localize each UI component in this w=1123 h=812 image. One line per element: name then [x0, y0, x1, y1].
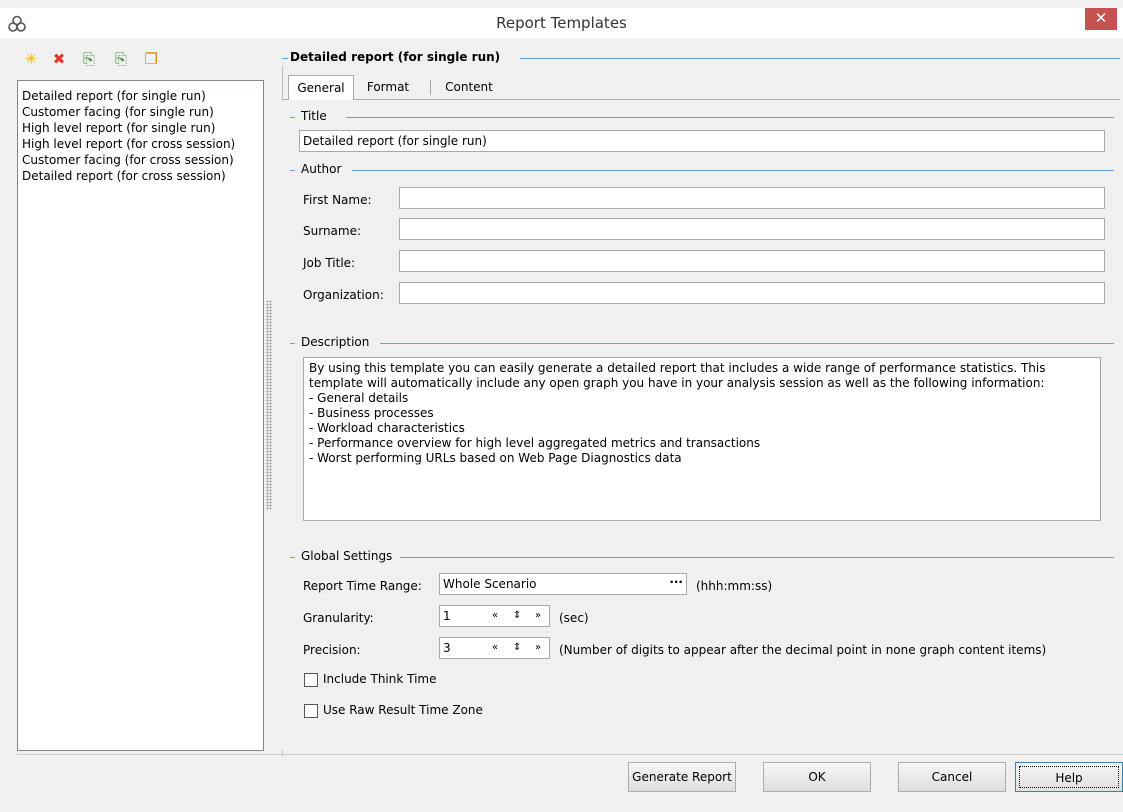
surname-label: Surname: — [303, 224, 362, 238]
granularity-unit: (sec) — [559, 611, 589, 625]
duplicate-template-icon[interactable]: ❐ — [142, 50, 160, 68]
list-item[interactable]: Detailed report (for single run) — [22, 89, 206, 103]
description-group-label: Description — [301, 335, 376, 349]
description-line: - Worst performing URLs based on Web Pag… — [309, 451, 682, 465]
heading-line — [520, 58, 1120, 59]
template-list[interactable]: Detailed report (for single run) Custome… — [17, 80, 264, 751]
precision-label: Precision: — [303, 643, 361, 657]
description-line: By using this template you can easily ge… — [309, 361, 1046, 375]
close-button[interactable]: ✕ — [1085, 8, 1117, 30]
help-button[interactable]: Help — [1015, 762, 1123, 792]
granularity-label: Granularity: — [303, 611, 374, 625]
raw-time-zone-checkbox[interactable] — [304, 704, 318, 718]
title-group-label: Title — [301, 109, 333, 123]
granularity-value[interactable]: 1 — [443, 609, 451, 623]
description-group-line — [380, 343, 1114, 344]
last-icon[interactable]: » — [535, 640, 541, 656]
generate-report-button[interactable]: Generate Report — [628, 762, 736, 792]
list-item[interactable]: Customer facing (for cross session) — [22, 153, 234, 167]
report-templates-window: Report Templates ✕ ✳ ✖ ⎘ ⎘ ❐ Detailed re… — [0, 0, 1123, 812]
help-button-label[interactable]: Help — [1019, 766, 1119, 788]
surname-field[interactable] — [399, 218, 1105, 240]
ellipsis-button[interactable]: ··· — [669, 575, 683, 589]
job-title-label: Job Title: — [303, 256, 356, 270]
footer-divider — [17, 754, 1123, 755]
window-title: Report Templates — [496, 14, 627, 32]
new-template-icon[interactable]: ✳ — [22, 50, 40, 68]
close-icon[interactable]: ✕ — [1095, 9, 1108, 27]
author-group-line-left — [290, 170, 295, 171]
organization-label: Organization: — [303, 288, 384, 302]
description-textarea[interactable]: By using this template you can easily ge… — [303, 357, 1101, 521]
import-template-icon[interactable]: ⎘ — [80, 50, 98, 68]
list-item[interactable]: Detailed report (for cross session) — [22, 169, 226, 183]
time-range-label: Report Time Range: — [303, 579, 422, 593]
precision-unit: (Number of digits to appear after the de… — [559, 643, 1047, 657]
description-line: template will automatically include any … — [309, 376, 1045, 390]
author-group-line — [352, 170, 1114, 171]
title-bar: Report Templates ✕ — [0, 8, 1123, 38]
description-line: - General details — [309, 391, 409, 405]
first-name-field[interactable] — [399, 187, 1105, 209]
up-down-icon[interactable]: ⇕ — [513, 608, 521, 624]
job-title-field[interactable] — [399, 250, 1105, 272]
splitter-handle[interactable] — [266, 300, 272, 510]
author-group-label: Author — [301, 162, 348, 176]
global-group-line — [400, 557, 1114, 558]
cancel-button[interactable]: Cancel — [898, 762, 1006, 792]
precision-value[interactable]: 3 — [443, 641, 451, 655]
up-down-icon[interactable]: ⇕ — [513, 640, 521, 656]
organization-field[interactable] — [399, 282, 1105, 304]
title-input[interactable]: Detailed report (for single run) — [299, 130, 1105, 152]
tab-format[interactable]: Format — [358, 75, 418, 99]
time-range-field[interactable]: Whole Scenario ··· — [439, 573, 687, 595]
list-item[interactable]: High level report (for cross session) — [22, 137, 235, 151]
title-group-line-left — [290, 117, 295, 118]
include-think-time-label[interactable]: Include Think Time — [323, 672, 437, 686]
granularity-stepper[interactable]: 1 « ⇕ » — [439, 605, 550, 627]
heading-line-left — [282, 58, 288, 59]
delete-template-icon[interactable]: ✖ — [50, 50, 68, 68]
export-template-icon[interactable]: ⎘ — [112, 50, 130, 68]
tab-separator — [430, 80, 431, 95]
time-range-value: Whole Scenario — [443, 577, 537, 591]
description-line: - Workload characteristics — [309, 421, 465, 435]
tab-general[interactable]: General — [288, 75, 354, 100]
first-icon[interactable]: « — [492, 640, 498, 656]
title-group-line — [346, 117, 1114, 118]
raw-time-zone-label[interactable]: Use Raw Result Time Zone — [323, 703, 483, 717]
list-item[interactable]: High level report (for single run) — [22, 121, 215, 135]
ok-button[interactable]: OK — [763, 762, 871, 792]
first-name-label: First Name: — [303, 193, 372, 207]
description-group-line-left — [290, 343, 295, 344]
include-think-time-checkbox[interactable] — [304, 673, 318, 687]
precision-stepper[interactable]: 3 « ⇕ » — [439, 637, 550, 659]
time-range-unit: (hhh:mm:ss) — [696, 579, 773, 593]
global-settings-label: Global Settings — [301, 549, 399, 563]
first-icon[interactable]: « — [492, 608, 498, 624]
list-item[interactable]: Customer facing (for single run) — [22, 105, 214, 119]
template-heading: Detailed report (for single run) — [290, 50, 507, 64]
description-line: - Business processes — [309, 406, 434, 420]
last-icon[interactable]: » — [535, 608, 541, 624]
tab-content[interactable]: Content — [436, 75, 502, 99]
description-line: - Performance overview for high level ag… — [309, 436, 761, 450]
global-group-line-left — [290, 557, 295, 558]
